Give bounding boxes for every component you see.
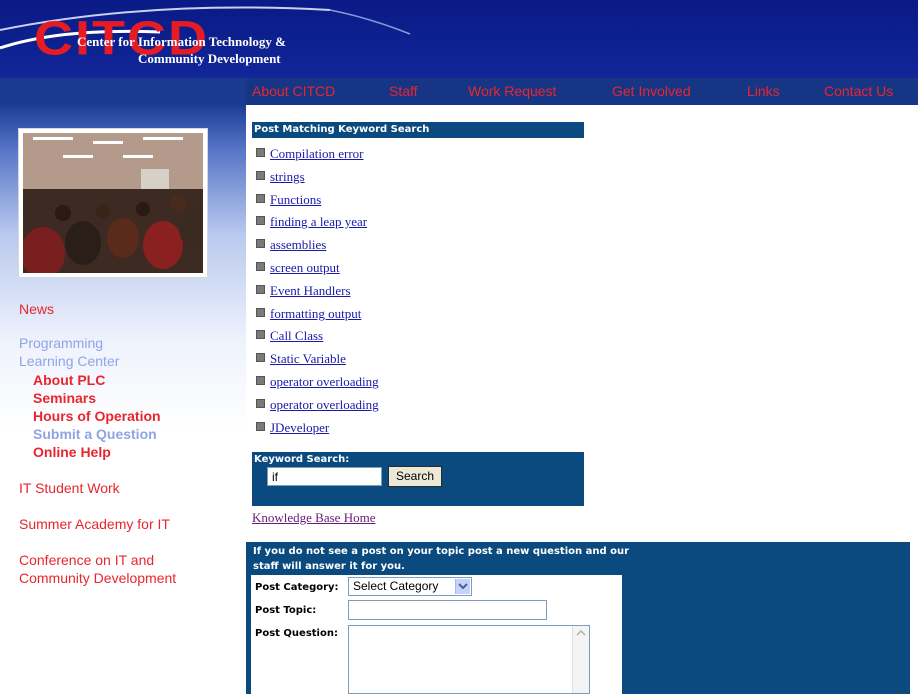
seminar-photo-frame [18,128,208,278]
nav-work-request[interactable]: Work Request [468,83,556,99]
keyword-search-input[interactable] [267,467,382,486]
post-link[interactable]: Call Class [270,328,323,343]
post-link[interactable]: Functions [270,192,321,207]
post-link[interactable]: Event Handlers [270,283,351,298]
bullet-icon [256,422,265,431]
logo-line-1: Center for Information Technology & [77,34,286,49]
scroll-up-arrow-icon[interactable] [573,626,589,640]
bullet-icon [256,171,265,180]
bullet-icon [256,353,265,362]
nav-links[interactable]: Links [747,83,780,99]
bullet-icon [256,399,265,408]
bullet-icon [256,194,265,203]
list-item: Static Variable [256,351,346,367]
list-item: JDeveloper [256,420,329,436]
keyword-search-panel: Keyword Search: Search [252,452,584,506]
sidebar-item-seminars[interactable]: Seminars [33,390,96,406]
post-question-label: Post Question: [255,628,338,639]
post-link[interactable]: strings [270,169,305,184]
list-item: finding a leap year [256,214,367,230]
bullet-icon [256,148,265,157]
sidebar-news[interactable]: News [19,301,54,317]
sidebar-it-student-work[interactable]: IT Student Work [19,480,120,496]
nav-strip [246,78,918,105]
list-item: screen output [256,260,340,276]
post-category-select[interactable]: Select Category [348,577,472,596]
list-item: assemblies [256,237,326,253]
post-link[interactable]: operator overloading [270,397,379,412]
new-post-form: Post Category: Select Category Post Topi… [251,575,622,694]
list-item: operator overloading [256,374,379,390]
post-topic-input[interactable] [348,600,547,620]
post-category-value: Select Category [353,579,439,593]
site-header: CITCD Center for Information Technology … [0,0,918,78]
bullet-icon [256,330,265,339]
chevron-down-icon[interactable] [455,579,470,594]
post-topic-label: Post Topic: [255,605,317,616]
sidebar-plc-heading-line1[interactable]: Programming [19,335,103,351]
list-item: Functions [256,192,321,208]
list-item: Compilation error [256,146,364,162]
seminar-photo [23,133,203,273]
post-category-label: Post Category: [255,582,339,593]
sidebar-plc-heading-line2[interactable]: Learning Center [19,353,119,369]
textarea-scrollbar[interactable] [572,626,589,693]
post-matching-header: Post Matching Keyword Search [252,122,584,138]
new-post-intro-line1: If you do not see a post on your topic p… [253,546,630,557]
logo-line-2: Community Development [138,51,281,66]
post-link[interactable]: JDeveloper [270,420,329,435]
sidebar-item-hours[interactable]: Hours of Operation [33,408,161,424]
list-item: Event Handlers [256,283,351,299]
nav-about-citcd[interactable]: About CITCD [252,83,335,99]
main-nav: About CITCD Staff Work Request Get Invol… [0,78,918,105]
list-item: Call Class [256,328,323,344]
bullet-icon [256,376,265,385]
sidebar-item-online-help[interactable]: Online Help [33,444,111,460]
post-link[interactable]: operator overloading [270,374,379,389]
post-link[interactable]: Static Variable [270,351,346,366]
bullet-icon [256,308,265,317]
bullet-icon [256,285,265,294]
post-link[interactable]: formatting output [270,306,361,321]
search-button[interactable]: Search [388,466,442,487]
sidebar-summer-academy[interactable]: Summer Academy for IT [19,516,170,532]
seminar-photo-image [23,133,203,273]
sidebar-conference-line2[interactable]: Community Development [19,570,176,586]
sidebar-conference-line1[interactable]: Conference on IT and [19,552,154,568]
post-link[interactable]: Compilation error [270,146,364,161]
sidebar: News Programming Learning Center About P… [0,105,246,694]
bullet-icon [256,239,265,248]
nav-contact-us[interactable]: Contact Us [824,83,893,99]
list-item: strings [256,169,305,185]
nav-staff[interactable]: Staff [389,83,418,99]
knowledge-base-home-link[interactable]: Knowledge Base Home [252,510,375,526]
list-item: operator overloading [256,397,379,413]
bullet-icon [256,216,265,225]
post-question-textarea[interactable] [348,625,590,694]
sidebar-item-submit-question[interactable]: Submit a Question [33,426,157,442]
new-post-panel: If you do not see a post on your topic p… [246,542,910,694]
post-link[interactable]: assemblies [270,237,326,252]
post-link[interactable]: screen output [270,260,340,275]
new-post-intro-line2: staff will answer it for you. [253,561,405,572]
post-link[interactable]: finding a leap year [270,214,367,229]
list-item: formatting output [256,306,361,322]
nav-get-involved[interactable]: Get Involved [612,83,691,99]
keyword-search-label: Keyword Search: [254,454,350,465]
sidebar-item-about-plc[interactable]: About PLC [33,372,105,388]
bullet-icon [256,262,265,271]
